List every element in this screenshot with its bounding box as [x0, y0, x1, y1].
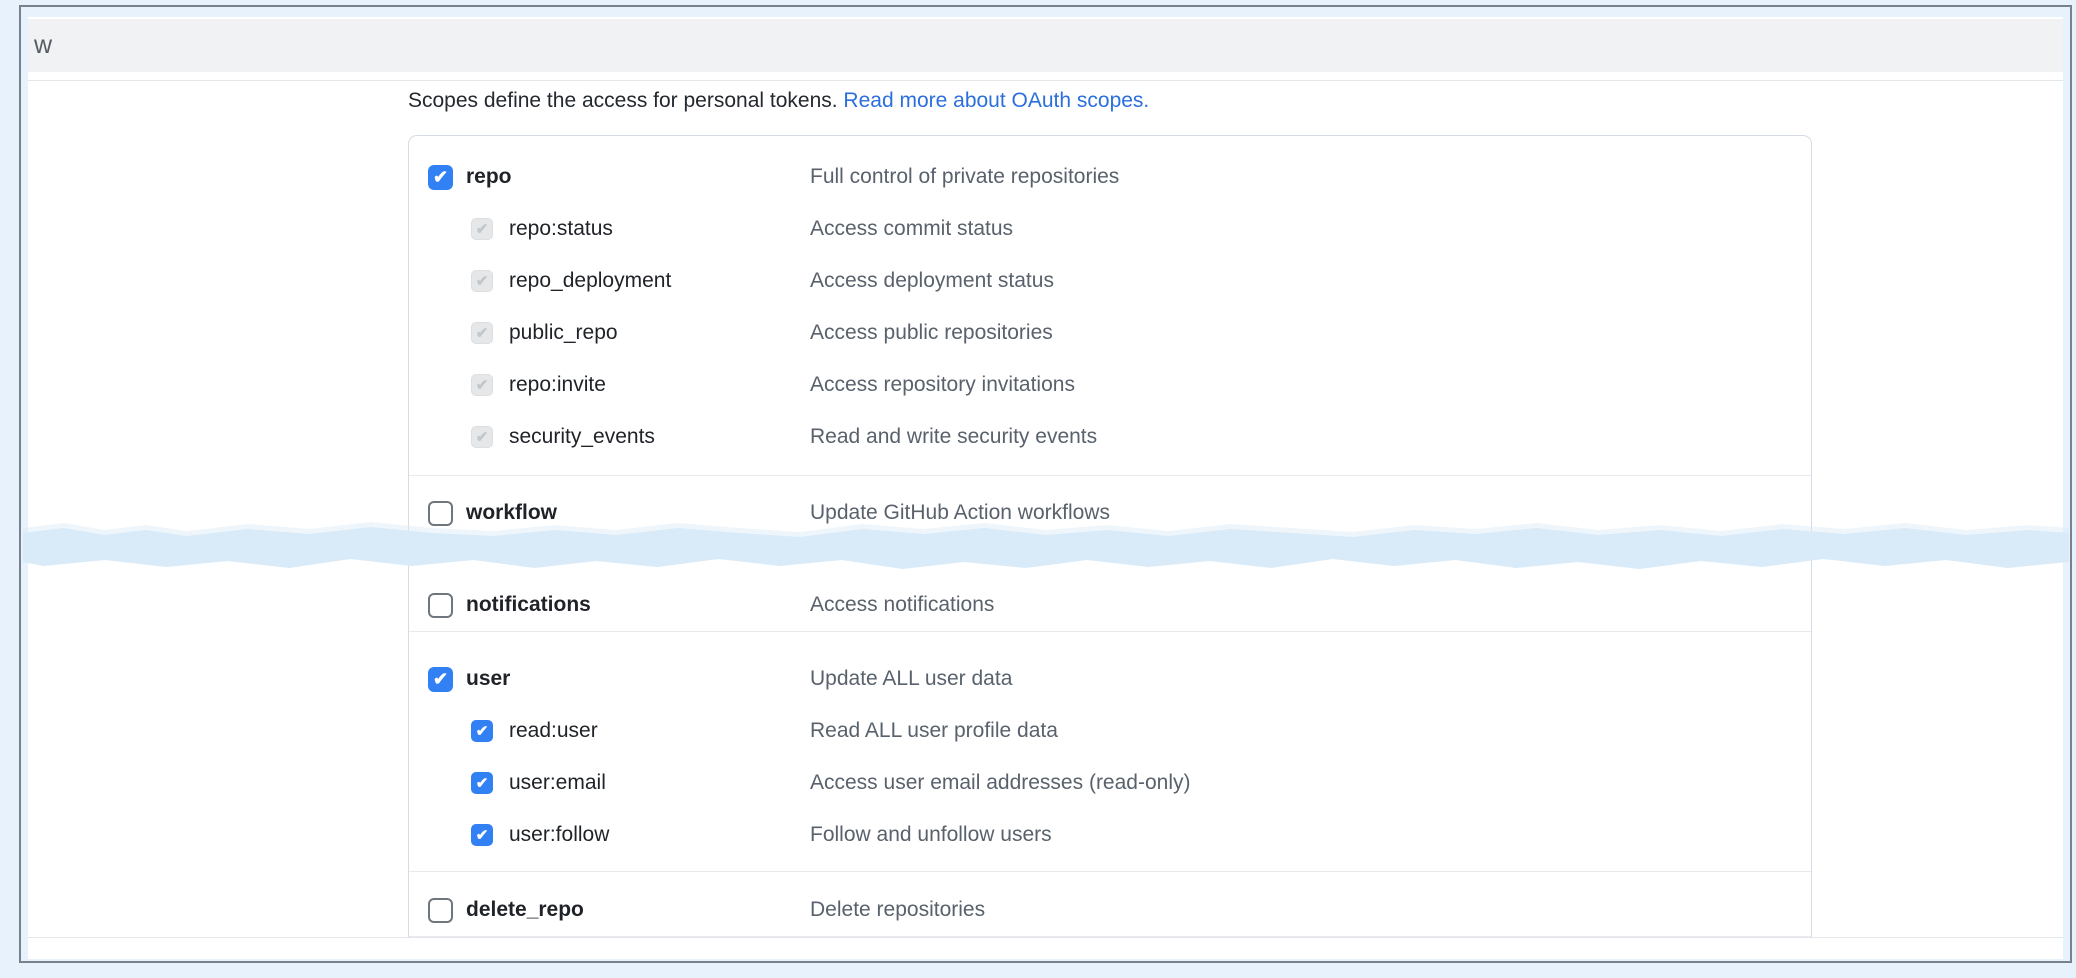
- subscope-row-read:user: ✔ read:user Read ALL user profile data: [409, 705, 1811, 757]
- scope-group-user: ✔ user Update ALL user data ✔ read:user Read …: [409, 632, 1811, 872]
- subscope-name[interactable]: user:email: [509, 771, 606, 795]
- scope-group-notifications: notifications Access notifications: [409, 579, 1811, 632]
- subscope-checkbox-repo:status: ✔: [471, 218, 493, 240]
- scope-row-user: ✔ user Update ALL user data: [409, 653, 1811, 705]
- subscope-name[interactable]: security_events: [509, 425, 655, 449]
- subscope-name[interactable]: public_repo: [509, 321, 618, 345]
- subscope-row-user:follow: ✔ user:follow Follow and unfollow users: [409, 809, 1811, 861]
- scope-description: Delete repositories: [810, 898, 985, 922]
- subscope-row-user:email: ✔ user:email Access user email addresses (…: [409, 757, 1811, 809]
- subscope-checkbox-read:user[interactable]: ✔: [471, 720, 493, 742]
- scope-name[interactable]: user: [466, 667, 510, 691]
- subscope-name[interactable]: read:user: [509, 719, 598, 743]
- content-panel: w Scopes define the access for personal …: [28, 17, 2063, 959]
- scope-checkbox-notifications[interactable]: [428, 593, 453, 618]
- scope-name[interactable]: delete_repo: [466, 898, 584, 922]
- subscope-checkbox-repo:invite: ✔: [471, 374, 493, 396]
- window-frame: w Scopes define the access for personal …: [19, 5, 2072, 963]
- subscope-checkbox-public_repo: ✔: [471, 322, 493, 344]
- subscope-row-security_events: ✔ security_events Read and write security …: [409, 411, 1811, 463]
- header-bar: w: [28, 19, 2063, 72]
- scope-checkbox-user[interactable]: ✔: [428, 667, 453, 692]
- scope-row-notifications: notifications Access notifications: [409, 579, 1811, 631]
- scope-description: Update GitHub Action workflows: [810, 501, 1110, 525]
- scope-description: Read ALL user profile data: [810, 719, 1058, 743]
- scope-description: Follow and unfollow users: [810, 823, 1052, 847]
- content-cutoff-line: [28, 937, 2063, 938]
- page: w Scopes define the access for personal …: [0, 0, 2076, 978]
- subscope-checkbox-user:follow[interactable]: ✔: [471, 824, 493, 846]
- scope-checkbox-repo[interactable]: ✔: [428, 165, 453, 190]
- subscope-name[interactable]: repo:status: [509, 217, 613, 241]
- scope-description: Access notifications: [810, 593, 994, 617]
- scope-description: Access commit status: [810, 217, 1013, 241]
- scope-description: Full control of private repositories: [810, 165, 1119, 189]
- subscope-checkbox-repo_deployment: ✔: [471, 270, 493, 292]
- scope-name[interactable]: workflow: [466, 501, 557, 525]
- scope-description: Access repository invitations: [810, 373, 1075, 397]
- scope-row-repo: ✔ repo Full control of private repositorie…: [409, 151, 1811, 203]
- scope-checkbox-workflow[interactable]: [428, 501, 453, 526]
- scope-description: Access deployment status: [810, 269, 1054, 293]
- subscope-name[interactable]: repo_deployment: [509, 269, 671, 293]
- subscope-row-public_repo: ✔ public_repo Access public repositories: [409, 307, 1811, 359]
- subscope-name[interactable]: user:follow: [509, 823, 609, 847]
- subscope-checkbox-user:email[interactable]: ✔: [471, 772, 493, 794]
- oauth-scopes-link[interactable]: Read more about OAuth scopes.: [843, 89, 1149, 112]
- scope-name[interactable]: repo: [466, 165, 512, 189]
- scope-description: Read and write security events: [810, 425, 1097, 449]
- subscope-row-repo:invite: ✔ repo:invite Access repository invitation…: [409, 359, 1811, 411]
- subscope-name[interactable]: repo:invite: [509, 373, 606, 397]
- scope-checkbox-delete_repo[interactable]: [428, 898, 453, 923]
- subscope-row-repo_deployment: ✔ repo_deployment Access deployment status: [409, 255, 1811, 307]
- subscope-row-repo:status: ✔ repo:status Access commit status: [409, 203, 1811, 255]
- scope-description: Access user email addresses (read-only): [810, 771, 1190, 795]
- subscope-checkbox-security_events: ✔: [471, 426, 493, 448]
- scope-row-delete_repo: delete_repo Delete repositories: [409, 884, 1811, 936]
- header-label: w: [28, 31, 52, 60]
- scopes-intro: Scopes define the access for personal to…: [408, 88, 1812, 114]
- scopes-intro-text: Scopes define the access for personal to…: [408, 89, 843, 112]
- scope-name[interactable]: notifications: [466, 593, 591, 617]
- scopes-section: Scopes define the access for personal to…: [408, 88, 1812, 937]
- scope-description: Update ALL user data: [810, 667, 1012, 691]
- scope-group-delete_repo: delete_repo Delete repositories: [409, 872, 1811, 937]
- scope-description: Access public repositories: [810, 321, 1053, 345]
- header-divider: [28, 80, 2063, 81]
- scope-group-repo: ✔ repo Full control of private repositorie…: [409, 136, 1811, 476]
